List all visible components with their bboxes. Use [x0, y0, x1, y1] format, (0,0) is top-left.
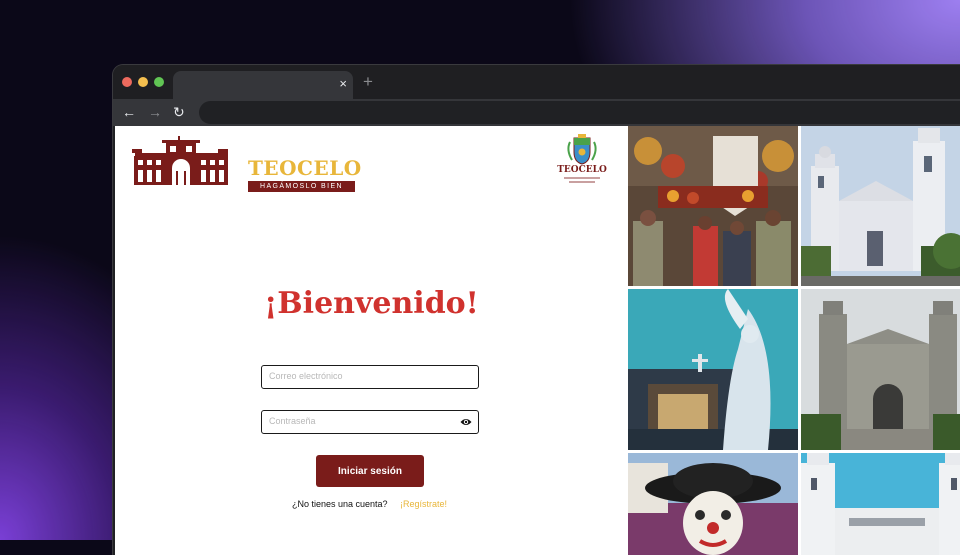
coat-of-arms-icon — [567, 134, 597, 165]
angel-statue-image — [628, 289, 798, 450]
login-button[interactable]: Iniciar sesión — [316, 455, 424, 487]
window-close-dot[interactable] — [122, 77, 132, 87]
welcome-title: ¡Bienvenido! — [264, 286, 479, 321]
signup-link[interactable]: ¡Regístrate! — [400, 499, 447, 509]
seal-brand-name: TEOCELO — [557, 165, 607, 175]
login-panel: TEOCELO HAGÁMOSLO BIEN TEOCELO ¡Bienveni… — [115, 126, 628, 555]
brand-slogan: HAGÁMOSLO BIEN — [248, 181, 355, 192]
address-bar[interactable] — [199, 101, 960, 124]
browser-window: × + ← → ↻ TEOCELO HAGÁMOSLO BIEN TEOCELO… — [113, 65, 960, 555]
browser-tab[interactable]: × — [173, 71, 353, 99]
angel-statue-photo — [628, 289, 798, 450]
reload-icon[interactable]: ↻ — [173, 103, 185, 121]
email-field[interactable] — [261, 365, 479, 389]
signup-question: ¿No tienes una cuenta? — [292, 499, 388, 509]
forward-arrow-icon[interactable]: → — [148, 103, 162, 121]
church-white-facade-photo — [801, 126, 960, 286]
back-arrow-icon[interactable]: ← — [122, 103, 136, 121]
church-cloudy-image — [801, 289, 960, 450]
seal-caption-line — [564, 177, 600, 179]
brand-name: TEOCELO — [248, 156, 362, 180]
page-viewport: TEOCELO HAGÁMOSLO BIEN TEOCELO ¡Bienveni… — [115, 126, 960, 555]
eye-icon[interactable] — [460, 417, 472, 427]
photo-gallery — [628, 126, 960, 555]
church-white-image — [801, 126, 960, 286]
window-maximize-dot[interactable] — [154, 77, 164, 87]
close-icon[interactable]: × — [339, 76, 347, 92]
seal-caption-line — [569, 181, 595, 183]
municipal-palace-icon — [132, 136, 228, 185]
password-field[interactable] — [261, 410, 479, 434]
email-input[interactable] — [269, 366, 449, 386]
procession-image — [628, 126, 798, 286]
church-front-cloudy-photo — [801, 289, 960, 450]
tab-bar: × + — [113, 65, 960, 99]
password-input[interactable] — [269, 411, 449, 431]
browser-toolbar: ← → ↻ — [113, 99, 960, 126]
procession-photo — [628, 126, 798, 286]
teocelo-logo: TEOCELO HAGÁMOSLO BIEN — [132, 136, 361, 192]
plus-icon[interactable]: + — [363, 73, 373, 90]
municipal-seal: TEOCELO — [556, 134, 608, 188]
window-minimize-dot[interactable] — [138, 77, 148, 87]
